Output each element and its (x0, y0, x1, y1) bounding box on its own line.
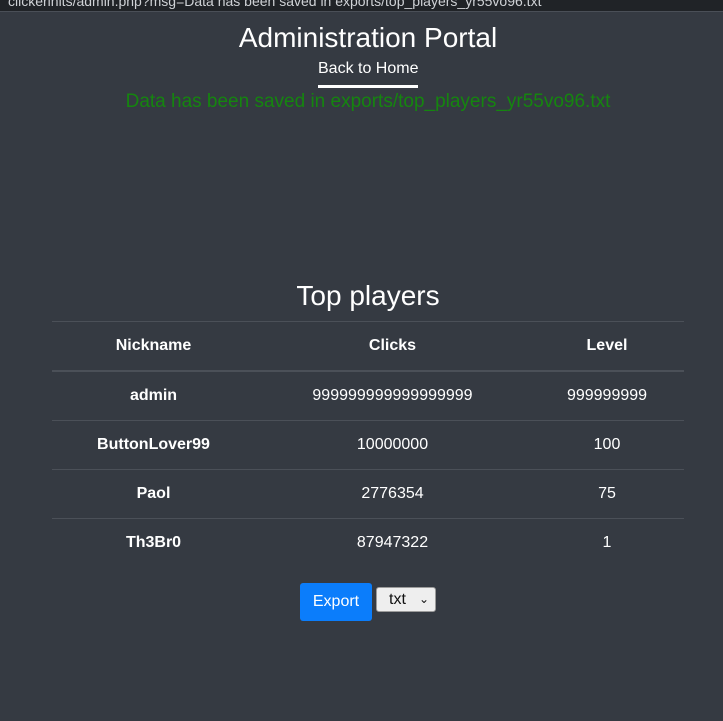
player-clicks: 87947322 (255, 518, 530, 567)
player-nickname: admin (52, 370, 255, 421)
player-level: 100 (530, 420, 684, 470)
player-level: 1 (530, 518, 684, 567)
players-table: Nickname Clicks Level admin 999999999999… (52, 321, 684, 567)
table-row: Th3Br0 87947322 1 (52, 518, 684, 567)
player-level: 999999999 (530, 370, 684, 421)
player-level: 75 (530, 469, 684, 519)
back-to-home-link[interactable]: Back to Home (318, 60, 419, 88)
page-title: Administration Portal (238, 22, 498, 53)
address-url[interactable]: clickerinits/admin.php?msg=Data has been… (8, 0, 541, 9)
table-row: ButtonLover99 10000000 100 (52, 420, 684, 470)
admin-page: Administration Portal Back to Home Data … (0, 12, 723, 721)
column-header-clicks: Clicks (255, 321, 530, 372)
export-format-value: txt (389, 591, 406, 608)
player-nickname: Paol (52, 469, 255, 519)
address-bar[interactable]: clickerinits/admin.php?msg=Data has been… (0, 0, 723, 12)
table-row: Paol 2776354 75 (52, 469, 684, 519)
top-players-title: Top players (296, 280, 440, 311)
status-message: Data has been saved in exports/top_playe… (125, 91, 611, 112)
player-clicks: 999999999999999999 (255, 370, 530, 421)
player-clicks: 10000000 (255, 420, 530, 470)
export-button[interactable]: Export (300, 583, 372, 621)
table-row: admin 999999999999999999 999999999 (52, 370, 684, 421)
column-header-nickname: Nickname (52, 321, 255, 372)
column-header-level: Level (530, 321, 684, 372)
chevron-down-icon: ⌄ (418, 592, 429, 606)
table-header-row: Nickname Clicks Level (52, 321, 684, 372)
player-clicks: 2776354 (255, 469, 530, 519)
player-nickname: Th3Br0 (52, 518, 255, 567)
export-format-select[interactable]: txt ⌄ (376, 587, 436, 612)
player-nickname: ButtonLover99 (52, 420, 255, 470)
